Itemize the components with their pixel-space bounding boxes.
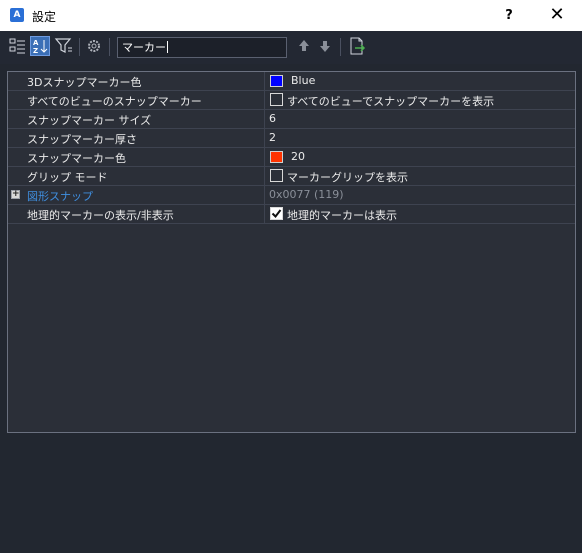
svg-text:A: A <box>33 39 39 47</box>
search-input[interactable]: マーカー <box>117 37 287 58</box>
expand-plus-icon[interactable]: + <box>11 190 20 199</box>
property-name: スナップマーカー色 <box>27 152 126 165</box>
checkmark-icon <box>271 209 282 219</box>
search-input-text: マーカー <box>122 41 166 54</box>
property-name: グリップ モード <box>27 171 108 184</box>
column-divider <box>264 205 265 223</box>
svg-text:Z: Z <box>33 47 38 55</box>
property-name: すべてのビューのスナップマーカー <box>27 95 202 108</box>
window-title: 設定 <box>32 10 57 24</box>
color-swatch <box>270 151 283 163</box>
column-divider <box>264 148 265 166</box>
categorized-view-icon[interactable] <box>8 36 28 56</box>
app-logo-icon: A <box>10 8 24 22</box>
row-gutter <box>8 148 23 166</box>
row-gutter <box>8 167 23 185</box>
property-row[interactable]: + 図形スナップ 0x0077 (119) <box>8 186 575 205</box>
checkbox-checked[interactable] <box>270 207 283 220</box>
property-value[interactable]: 20 <box>291 150 305 163</box>
row-gutter <box>8 72 23 90</box>
property-row[interactable]: スナップマーカー色 20 <box>8 148 575 167</box>
property-grid: 3Dスナップマーカー色 Blue すべてのビューのスナップマーカー すべてのビュ… <box>7 71 576 433</box>
property-name: 3Dスナップマーカー色 <box>27 76 142 89</box>
property-name: スナップマーカー厚さ <box>27 133 137 146</box>
property-row[interactable]: 地理的マーカーの表示/非表示 地理的マーカーは表示 <box>8 205 575 224</box>
search-next-icon[interactable] <box>315 36 335 56</box>
search-prev-icon[interactable] <box>294 36 314 56</box>
title-bar: A 設定 ? ✕ <box>0 0 582 31</box>
property-value[interactable]: 2 <box>269 131 276 144</box>
property-row[interactable]: 3Dスナップマーカー色 Blue <box>8 72 575 91</box>
property-row[interactable]: スナップマーカー厚さ 2 <box>8 129 575 148</box>
column-divider <box>264 129 265 147</box>
column-divider <box>264 91 265 109</box>
property-row[interactable]: すべてのビューのスナップマーカー すべてのビューでスナップマーカーを表示 <box>8 91 575 110</box>
column-divider <box>264 110 265 128</box>
property-row[interactable]: スナップマーカー サイズ 6 <box>8 110 575 129</box>
toolbar-separator <box>340 38 341 56</box>
text-caret <box>167 41 168 53</box>
toolbar: A Z マーカー <box>0 31 582 64</box>
column-divider <box>264 167 265 185</box>
property-row[interactable]: グリップ モード マーカーグリップを表示 <box>8 167 575 186</box>
property-value[interactable]: 6 <box>269 112 276 125</box>
color-swatch <box>270 75 283 87</box>
checkbox[interactable] <box>270 169 283 182</box>
column-divider <box>264 72 265 90</box>
alphabetical-sort-icon[interactable]: A Z <box>30 36 50 56</box>
row-gutter <box>8 129 23 147</box>
filter-icon[interactable] <box>54 36 74 56</box>
toolbar-separator <box>109 38 110 56</box>
row-gutter <box>8 91 23 109</box>
export-icon[interactable] <box>347 36 367 56</box>
settings-gear-icon[interactable] <box>84 36 104 56</box>
property-value: 0x0077 (119) <box>269 188 344 201</box>
row-gutter <box>8 205 23 223</box>
row-gutter <box>8 110 23 128</box>
property-name: スナップマーカー サイズ <box>27 114 152 127</box>
column-divider <box>264 186 265 204</box>
row-gutter: + <box>8 186 23 204</box>
checkbox-label: すべてのビューでスナップマーカーを表示 <box>287 95 495 108</box>
checkbox-label: マーカーグリップを表示 <box>287 171 408 184</box>
close-button[interactable]: ✕ <box>532 0 582 31</box>
property-name: 図形スナップ <box>27 190 93 203</box>
checkbox[interactable] <box>270 93 283 106</box>
checkbox-label: 地理的マーカーは表示 <box>287 209 397 222</box>
toolbar-separator <box>79 38 80 56</box>
help-button[interactable]: ? <box>486 0 532 31</box>
property-value[interactable]: Blue <box>291 74 315 87</box>
property-name: 地理的マーカーの表示/非表示 <box>27 209 174 222</box>
